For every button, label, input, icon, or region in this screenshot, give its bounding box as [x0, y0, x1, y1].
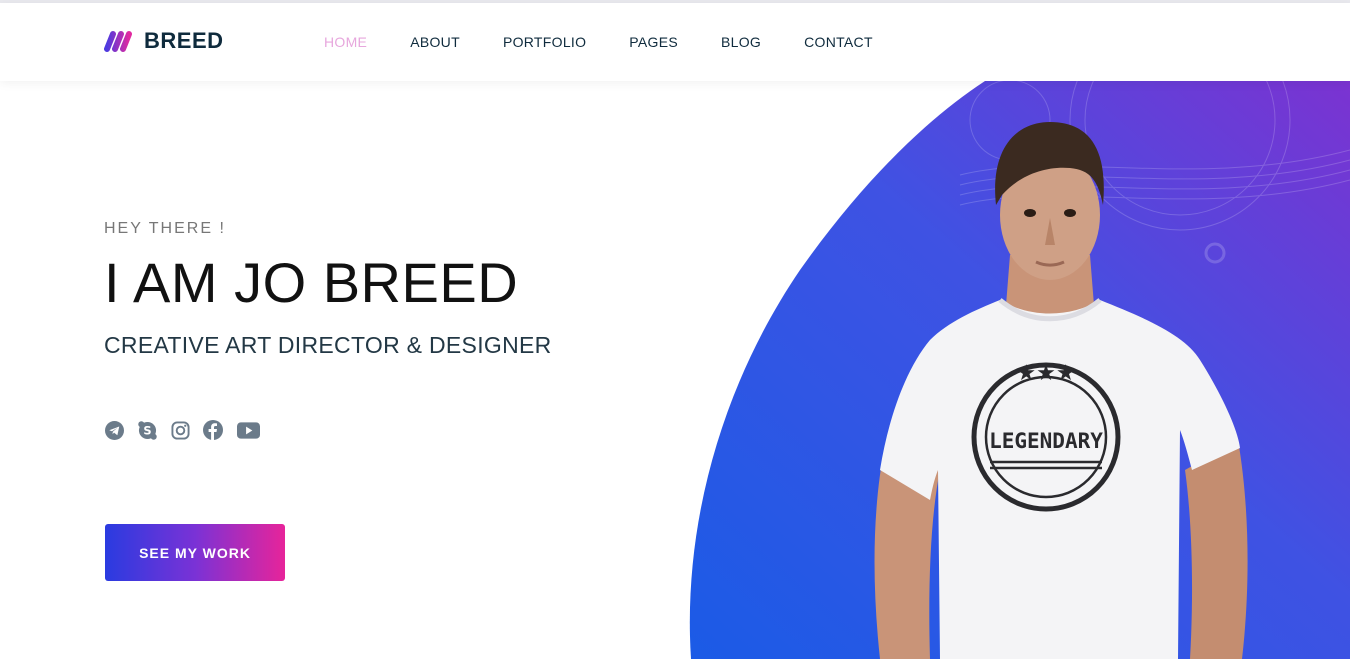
brand-name: BREED — [144, 28, 224, 53]
site-header: BREED HOME ABOUT PORTFOLIO PAGES BLOG CO… — [0, 3, 1350, 81]
youtube-icon[interactable] — [236, 420, 260, 440]
svg-text:S: S — [143, 423, 151, 437]
social-links: S — [104, 420, 260, 440]
nav-blog[interactable]: BLOG — [721, 34, 761, 50]
svg-text:★★★: ★★★ — [1016, 361, 1075, 386]
nav-about[interactable]: ABOUT — [410, 34, 460, 50]
shirt-print-text: LEGENDARY — [989, 429, 1103, 453]
skype-icon[interactable]: S — [137, 420, 157, 440]
brand-logo[interactable]: BREED — [104, 28, 224, 54]
logo-mark-icon — [104, 31, 132, 52]
main-nav: HOME ABOUT PORTFOLIO PAGES BLOG CONTACT — [324, 34, 916, 50]
facebook-icon[interactable] — [203, 420, 223, 440]
see-my-work-button[interactable]: SEE MY WORK — [105, 524, 285, 581]
telegram-icon[interactable] — [104, 420, 124, 440]
nav-portfolio[interactable]: PORTFOLIO — [503, 34, 586, 50]
instagram-icon[interactable] — [170, 420, 190, 440]
portrait-image: ★★★ LEGENDARY — [874, 122, 1248, 659]
nav-home[interactable]: HOME — [324, 34, 367, 50]
hero-subtitle: CREATIVE ART DIRECTOR & DESIGNER — [104, 331, 552, 358]
hero-title: I AM JO BREED — [104, 251, 519, 314]
nav-contact[interactable]: CONTACT — [804, 34, 873, 50]
nav-pages[interactable]: PAGES — [629, 34, 678, 50]
hero-intro: HEY THERE ! I AM JO BREED CREATIVE ART D… — [104, 220, 664, 359]
hero-eyebrow: HEY THERE ! — [104, 220, 226, 237]
